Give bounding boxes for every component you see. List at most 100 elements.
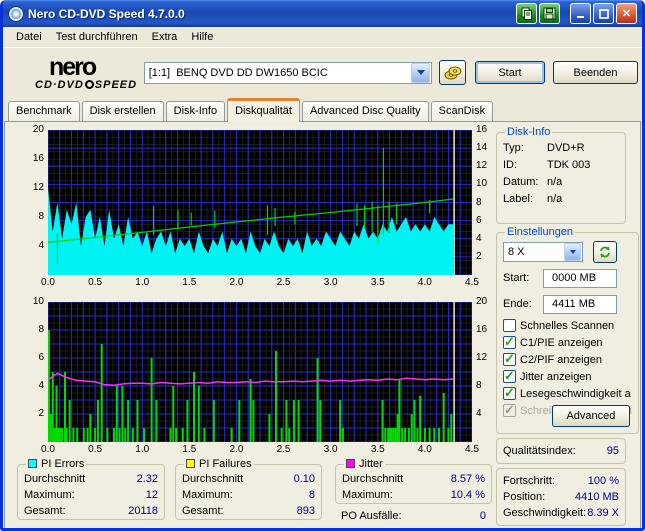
minimize-button[interactable] [570, 3, 591, 24]
eject-disc-button[interactable] [439, 60, 466, 85]
checkbox-icon [503, 385, 516, 401]
y-axis-tick-right: 8 [476, 196, 482, 208]
quality-index-panel: Qualitätsindex: 95 [496, 438, 626, 464]
x-axis-tick: 0.0 [41, 444, 55, 455]
y-axis-tick-right: 10 [476, 178, 488, 190]
disk-label: n/a [547, 192, 563, 205]
save-button[interactable] [539, 3, 560, 24]
menu-bar: Datei Test durchführen Extra Hilfe [3, 27, 642, 48]
speed-selector-value: 8 X [508, 246, 525, 258]
tab-bar: Benchmark Disk erstellen Disk-Info Diskq… [3, 97, 642, 122]
speed-value: 8.39 X [587, 507, 619, 519]
menu-datei[interactable]: Datei [9, 29, 49, 45]
menu-extra[interactable]: Extra [145, 29, 185, 45]
header: nero CD·DVD SPEED [1:1] BENQ DVD DD DW165… [3, 48, 642, 97]
menu-hilfe[interactable]: Hilfe [184, 29, 220, 45]
maximize-icon [598, 8, 609, 19]
pi-errors-legend-swatch [28, 459, 37, 468]
maximize-button[interactable] [593, 3, 614, 24]
tab-disk-erstellen[interactable]: Disk erstellen [81, 101, 164, 121]
x-axis-tick: 2.0 [229, 444, 244, 455]
chevron-down-icon[interactable] [411, 62, 431, 83]
menu-test-durchfuehren[interactable]: Test durchführen [49, 29, 145, 45]
quality-index-value: 95 [606, 445, 619, 457]
diskqualitaet-page: 20 16 12 8 4 16 14 12 10 8 6 4 2 0.0 0.5 1.0 1.5 2.0 2.5 3.… [4, 121, 641, 528]
copy-to-clipboard-button[interactable] [516, 3, 537, 24]
y-axis-tick-right: 4 [476, 408, 482, 419]
y-axis-tick-right: 14 [476, 142, 488, 154]
x-axis-tick: 0.0 [41, 277, 55, 288]
x-axis-tick: 1.5 [182, 277, 197, 288]
tab-scandisk[interactable]: ScanDisk [430, 101, 494, 121]
y-axis-tick-left: 4 [38, 240, 44, 251]
checkbox-icon [503, 334, 516, 350]
start-button[interactable]: Start [474, 61, 546, 84]
nero-logo: nero CD·DVD SPEED [35, 54, 142, 91]
x-axis-tick: 1.5 [182, 444, 197, 455]
checkbox-lesegeschwindigkeit[interactable]: Lesegeschwindigkeit a [503, 385, 632, 402]
chevron-down-icon[interactable] [564, 243, 581, 261]
y-axis-tick-left: 16 [32, 153, 44, 164]
minimize-icon [576, 15, 584, 18]
jitter-max: 10.4 % [450, 489, 485, 501]
pi-failures-total: 893 [296, 505, 315, 517]
pi-errors-chart: 20 16 12 8 4 16 14 12 10 8 6 4 2 0.0 0.5 1.0 1.5 2.0 2.5 3.… [33, 124, 487, 288]
y-axis-tick-right: 8 [476, 380, 482, 391]
checkbox-c2-pif[interactable]: C2/PIF anzeigen [503, 351, 632, 368]
x-axis-tick: 2.5 [276, 444, 291, 455]
x-axis-tick: 3.0 [323, 277, 338, 288]
quit-button[interactable]: Beenden [553, 61, 638, 84]
checkbox-jitter[interactable]: Jitter anzeigen [503, 368, 632, 385]
drive-selector-value: [1:1] BENQ DVD DD DW1650 BCIC [148, 66, 328, 79]
close-button[interactable]: ✕ [616, 3, 637, 24]
y-axis-tick-left: 10 [32, 296, 44, 307]
refresh-button[interactable] [593, 241, 617, 263]
tab-benchmark[interactable]: Benchmark [8, 101, 80, 121]
y-axis-tick-left: 20 [32, 124, 44, 135]
tab-advanced-disc-quality[interactable]: Advanced Disc Quality [301, 101, 429, 121]
x-axis-tick: 4.0 [417, 444, 432, 455]
eject-disc-icon [444, 66, 461, 79]
checkbox-icon [503, 368, 516, 384]
drive-selector[interactable]: [1:1] BENQ DVD DD DW1650 BCIC [143, 61, 433, 84]
disk-type: DVD+R [547, 141, 585, 154]
settings-panel: Einstellungen 8 X Start: 0000 MB Ende: 4… [496, 226, 639, 434]
y-axis-tick-left: 2 [38, 408, 44, 419]
disk-date: n/a [547, 175, 563, 188]
x-axis-tick: 4.0 [417, 277, 432, 288]
x-axis-tick: 1.0 [135, 444, 150, 455]
pi-errors-avg: 2.32 [136, 473, 158, 485]
start-position-field[interactable]: 0000 MB [543, 268, 617, 288]
disc-icon [84, 79, 94, 89]
pi-failures-stats: PI Failures Durchschnitt 0.10 Maximum: 8 G… [175, 458, 322, 520]
checkbox-schnelles-scannen[interactable]: Schnelles Scannen [503, 317, 632, 334]
x-axis-tick: 0.5 [88, 277, 103, 288]
pi-errors-total: 20118 [128, 505, 158, 517]
y-axis-tick-right: 16 [476, 124, 488, 135]
save-icon [543, 7, 556, 20]
pi-errors-stats: PI Errors Durchschnitt 2.32 Maximum: 12 Ge… [17, 458, 165, 520]
y-axis-tick-right: 12 [476, 352, 488, 363]
checkbox-c1-pie[interactable]: C1/PIE anzeigen [503, 334, 632, 351]
pi-failures-chart: 10 8 6 4 2 20 16 12 8 4 0.0 0.5 1.0 1.5 2.0 2.5 3.0 3.5 4.… [33, 296, 487, 455]
tab-diskqualitaet[interactable]: Diskqualität [227, 98, 300, 122]
advanced-button[interactable]: Advanced [551, 405, 630, 427]
copy-icon [521, 7, 532, 20]
position-value: 4410 MB [574, 491, 619, 503]
x-axis-tick: 3.0 [323, 444, 338, 455]
refresh-icon [600, 246, 610, 258]
jitter-stats: Jitter Durchschnitt 8.57 % Maximum: 10.4 % [335, 458, 492, 504]
disk-id: TDK 003 [547, 158, 591, 171]
end-position-field[interactable]: 4411 MB [543, 294, 617, 314]
pi-failures-avg: 0.10 [293, 473, 315, 485]
tab-disk-info[interactable]: Disk-Info [165, 101, 226, 121]
pi-failures-max: 8 [308, 489, 315, 501]
x-axis-tick: 0.5 [88, 444, 103, 455]
window-title: Nero CD-DVD Speed 4.7.0.0 [28, 6, 185, 21]
po-failures-value: 0 [479, 510, 486, 522]
y-axis-tick-left: 12 [32, 182, 44, 193]
speed-selector[interactable]: 8 X [503, 242, 583, 262]
y-axis-tick-right: 20 [476, 296, 488, 307]
y-axis-tick-right: 4 [476, 232, 482, 244]
title-bar: Nero CD-DVD Speed 4.7.0.0 ✕ [3, 0, 642, 27]
